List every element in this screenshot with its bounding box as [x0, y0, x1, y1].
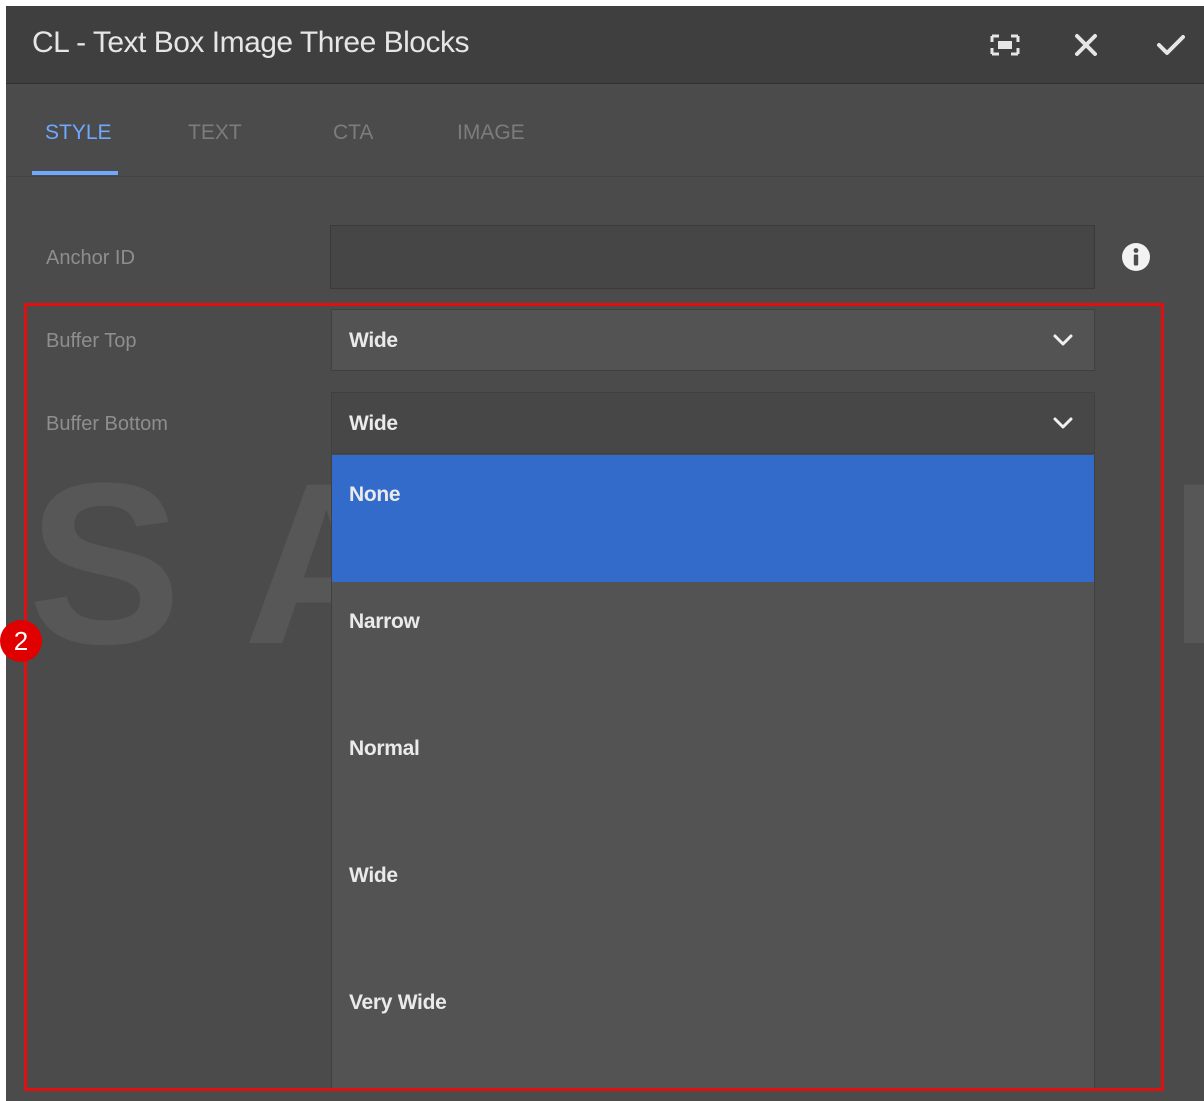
buffer-bottom-options: None Narrow Normal Wide Very Wide: [331, 455, 1095, 1089]
close-icon[interactable]: [1069, 28, 1103, 62]
option-label: Normal: [349, 737, 420, 760]
option-label: None: [349, 483, 401, 506]
option-none[interactable]: None: [332, 455, 1094, 582]
buffer-top-value: Wide: [349, 329, 398, 352]
chevron-down-icon: [1053, 334, 1073, 346]
option-normal[interactable]: Normal: [332, 709, 1094, 836]
option-very-wide[interactable]: Very Wide: [332, 963, 1094, 1090]
tab-cta[interactable]: CTA: [333, 121, 373, 145]
option-wide[interactable]: Wide: [332, 836, 1094, 963]
anchor-id-label: Anchor ID: [46, 247, 135, 269]
dialog: CL - Text Box Image Three Blocks STYLE T…: [6, 6, 1204, 1101]
annotation-badge: 2: [0, 620, 42, 662]
dialog-title: CL - Text Box Image Three Blocks: [32, 26, 469, 59]
tab-bar: STYLE TEXT CTA IMAGE: [6, 84, 1204, 177]
fullscreen-icon[interactable]: [988, 28, 1022, 62]
option-label: Very Wide: [349, 991, 447, 1014]
info-icon[interactable]: [1121, 242, 1151, 272]
dialog-header: CL - Text Box Image Three Blocks: [6, 6, 1204, 84]
chevron-down-icon: [1053, 417, 1073, 429]
option-label: Narrow: [349, 610, 420, 633]
buffer-top-label: Buffer Top: [46, 330, 137, 352]
checkmark-icon[interactable]: [1154, 28, 1188, 62]
buffer-top-select[interactable]: Wide: [331, 309, 1095, 371]
tab-style[interactable]: STYLE: [45, 121, 112, 145]
anchor-id-input[interactable]: [330, 225, 1095, 289]
tab-image[interactable]: IMAGE: [457, 121, 525, 145]
option-label: Wide: [349, 864, 398, 887]
option-narrow[interactable]: Narrow: [332, 582, 1094, 709]
tab-text[interactable]: TEXT: [188, 121, 242, 145]
active-tab-indicator: [32, 171, 118, 175]
buffer-bottom-select[interactable]: Wide: [331, 392, 1095, 454]
buffer-bottom-label: Buffer Bottom: [46, 413, 168, 435]
buffer-bottom-value: Wide: [349, 412, 398, 435]
